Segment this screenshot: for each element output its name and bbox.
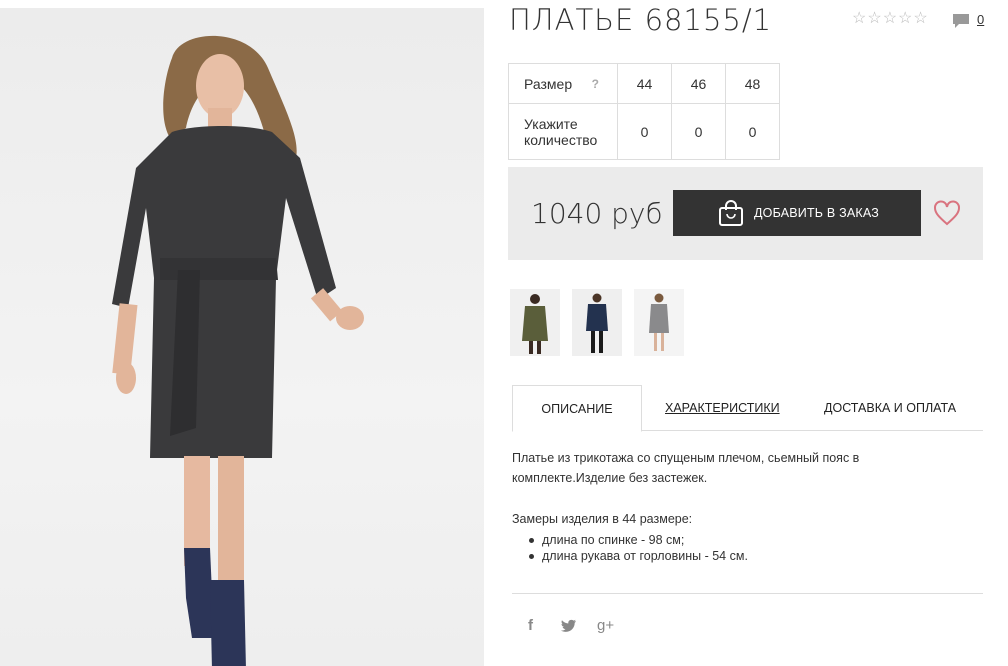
size-label-cell: Размер ? [508, 63, 618, 104]
divider [512, 593, 983, 594]
thumbnail-olive-dress[interactable] [510, 289, 560, 356]
size-label: Размер [524, 75, 573, 92]
measurements-title: Замеры изделия в 44 размере: [512, 512, 693, 526]
twitter-icon[interactable] [561, 619, 577, 637]
quantity-label: Укажите количество [508, 103, 618, 160]
product-price: 1040 руб [531, 197, 663, 230]
product-main-photo[interactable] [0, 8, 484, 666]
price-block: 1040 руб ДОБАВИТЬ В ЗАКАЗ [508, 167, 983, 260]
question-icon[interactable]: ? [592, 76, 599, 92]
add-to-order-label: ДОБАВИТЬ В ЗАКАЗ [754, 206, 880, 220]
quantity-input[interactable]: 0 [725, 103, 780, 160]
tab-description[interactable]: ОПИСАНИЕ [512, 385, 642, 432]
product-description: Платье из трикотажа со спущеным плечом, … [512, 451, 860, 485]
quantity-input[interactable]: 0 [617, 103, 672, 160]
product-tabs: ОПИСАНИЕ ХАРАКТЕРИСТИКИ ДОСТАВКА И ОПЛАТ… [512, 385, 983, 432]
size-cell: 48 [725, 63, 780, 104]
shopping-bag-icon [717, 199, 745, 230]
tab-characteristics[interactable]: ХАРАКТЕРИСТИКИ [665, 385, 780, 431]
star-icon[interactable]: ☆ [913, 11, 927, 27]
quantity-input[interactable]: 0 [671, 103, 726, 160]
size-cell: 46 [671, 63, 726, 104]
thumbnail-grey-dress[interactable] [634, 289, 684, 356]
quantity-row: Укажите количество 0 0 0 [508, 103, 780, 160]
size-cell: 44 [617, 63, 672, 104]
measurements-list: длина по спинке - 98 см; длина рукава от… [529, 532, 748, 564]
list-item: длина по спинке - 98 см; [529, 532, 748, 548]
add-to-order-button[interactable]: ДОБАВИТЬ В ЗАКАЗ [673, 190, 921, 236]
star-icon[interactable]: ☆ [867, 11, 881, 27]
product-title: ПЛАТЬЕ 68155/1 [509, 3, 773, 37]
size-quantity-table: Размер ? 44 46 48 Укажите количество 0 0… [508, 63, 780, 160]
comment-icon[interactable] [952, 13, 970, 34]
star-icon[interactable]: ☆ [883, 11, 897, 27]
facebook-icon[interactable]: f [528, 617, 533, 634]
thumbnail-navy-dress[interactable] [572, 289, 622, 356]
heart-icon[interactable] [933, 200, 961, 231]
model-in-dress-image [112, 35, 364, 666]
size-row: Размер ? 44 46 48 [508, 63, 780, 104]
list-item: длина рукава от горловины - 54 см. [529, 548, 748, 564]
star-icon[interactable]: ☆ [852, 11, 866, 27]
comments-count-link[interactable]: 0 [977, 12, 984, 27]
thumbnail-strip [510, 289, 684, 356]
star-icon[interactable]: ☆ [898, 11, 912, 27]
rating-stars[interactable]: ☆ ☆ ☆ ☆ ☆ [852, 11, 928, 27]
google-plus-icon[interactable]: g+ [597, 617, 614, 634]
tab-delivery[interactable]: ДОСТАВКА И ОПЛАТА [824, 385, 956, 431]
